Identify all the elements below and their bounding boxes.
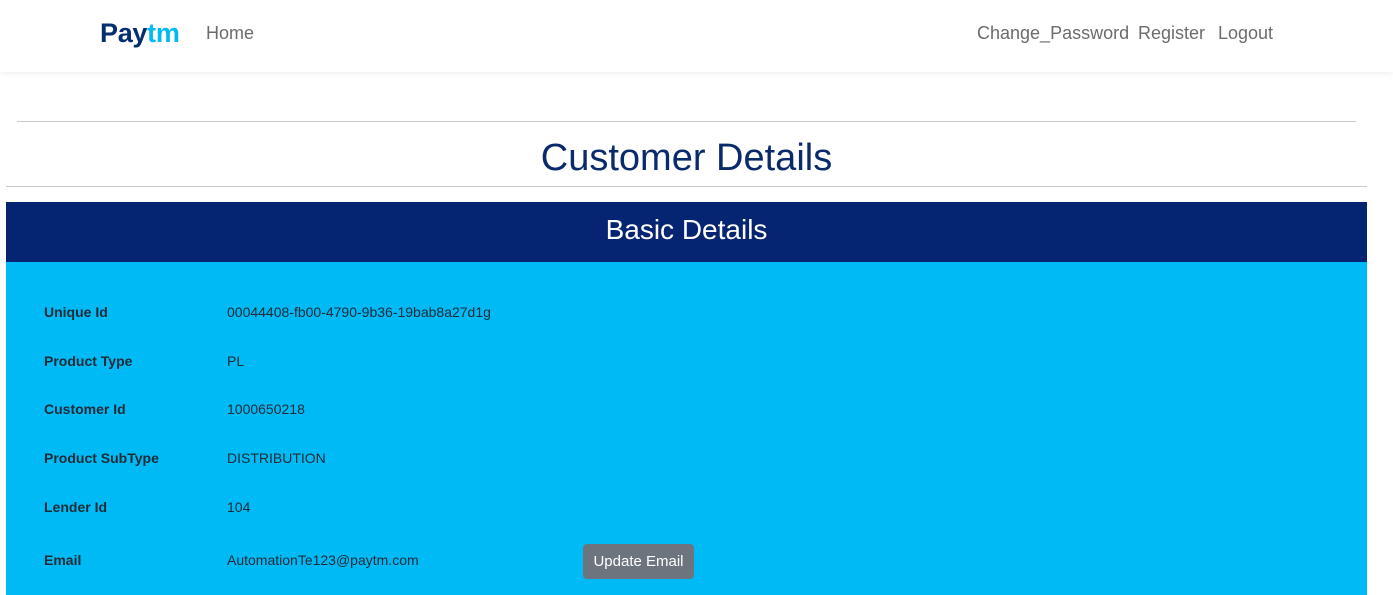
section-header: Basic Details xyxy=(6,202,1367,262)
detail-label: Email xyxy=(44,552,82,568)
detail-value: 1000650218 xyxy=(227,401,305,417)
brand-logo-pay: Pay xyxy=(100,18,148,48)
update-email-button[interactable]: Update Email xyxy=(583,544,694,579)
detail-value: AutomationTe123@paytm.com xyxy=(227,552,419,568)
divider-bottom xyxy=(6,186,1367,187)
nav-change-password-link[interactable]: Change_Password xyxy=(977,22,1129,44)
detail-label: Product Type xyxy=(44,353,133,369)
brand-logo-tm: tm xyxy=(147,18,180,48)
nav-register-link[interactable]: Register xyxy=(1138,22,1205,44)
detail-value: PL xyxy=(227,353,245,369)
detail-label: Customer Id xyxy=(44,401,126,417)
detail-value: DISTRIBUTION xyxy=(227,450,326,466)
detail-label: Unique Id xyxy=(44,304,108,320)
nav-home-link[interactable]: Home xyxy=(206,22,254,44)
nav-logout-link[interactable]: Logout xyxy=(1218,22,1273,44)
detail-value: 00044408-fb00-4790-9b36-19bab8a27d1g xyxy=(227,304,491,320)
detail-value: 104 xyxy=(227,499,251,515)
detail-label: Lender Id xyxy=(44,499,108,515)
detail-label: Product SubType xyxy=(44,450,159,466)
basic-details-panel: Unique Id 00044408-fb00-4790-9b36-19bab8… xyxy=(6,262,1367,595)
navbar: Paytm Home Change_Password Register Logo… xyxy=(0,0,1393,72)
page-title: Customer Details xyxy=(540,137,833,179)
brand-logo[interactable]: Paytm xyxy=(100,16,180,50)
divider-top xyxy=(17,121,1356,122)
